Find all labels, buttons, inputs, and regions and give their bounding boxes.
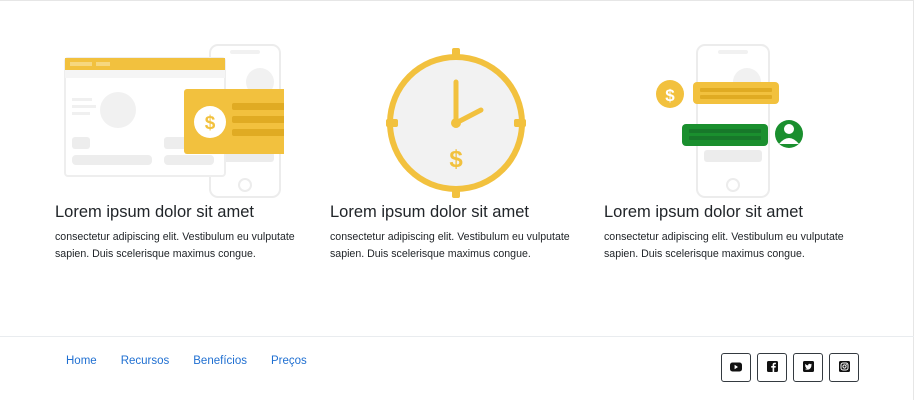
svg-text:$: $	[205, 113, 216, 134]
svg-text:$: $	[449, 146, 463, 173]
instagram-button[interactable]	[829, 353, 859, 382]
facebook-icon	[766, 359, 778, 377]
feature-text: consectetur adipiscing elit. Vestibulum …	[330, 231, 570, 260]
svg-text:$: $	[665, 86, 675, 105]
facebook-button[interactable]	[757, 353, 787, 382]
feature-text: consectetur adipiscing elit. Vestibulum …	[604, 231, 844, 260]
footer-link-precos[interactable]: Preços	[271, 355, 307, 367]
footer-link-recursos[interactable]: Recursos	[121, 355, 170, 367]
feature-title: Lorem ipsum dolor sit amet	[604, 203, 803, 221]
clock-money-illustration-icon: $	[384, 40, 528, 200]
footer-link-home[interactable]: Home	[66, 355, 97, 367]
instagram-icon	[838, 359, 850, 377]
mobile-chat-payment-illustration-icon: $	[654, 40, 806, 200]
social-links	[721, 353, 859, 382]
youtube-button[interactable]	[721, 353, 751, 382]
footer-divider	[0, 336, 914, 337]
footer-link-beneficios[interactable]: Benefícios	[193, 355, 247, 367]
footer-nav: Home Recursos Benefícios Preços	[66, 355, 331, 367]
features-section: $ Lorem ipsum dolor sit amet consectetur…	[0, 0, 914, 336]
payment-card-illustration-icon: $	[64, 40, 296, 200]
twitter-button[interactable]	[793, 353, 823, 382]
twitter-icon	[802, 359, 814, 377]
youtube-icon	[730, 359, 742, 377]
feature-text: consectetur adipiscing elit. Vestibulum …	[55, 231, 295, 260]
feature-title: Lorem ipsum dolor sit amet	[330, 203, 529, 221]
feature-title: Lorem ipsum dolor sit amet	[55, 203, 254, 221]
